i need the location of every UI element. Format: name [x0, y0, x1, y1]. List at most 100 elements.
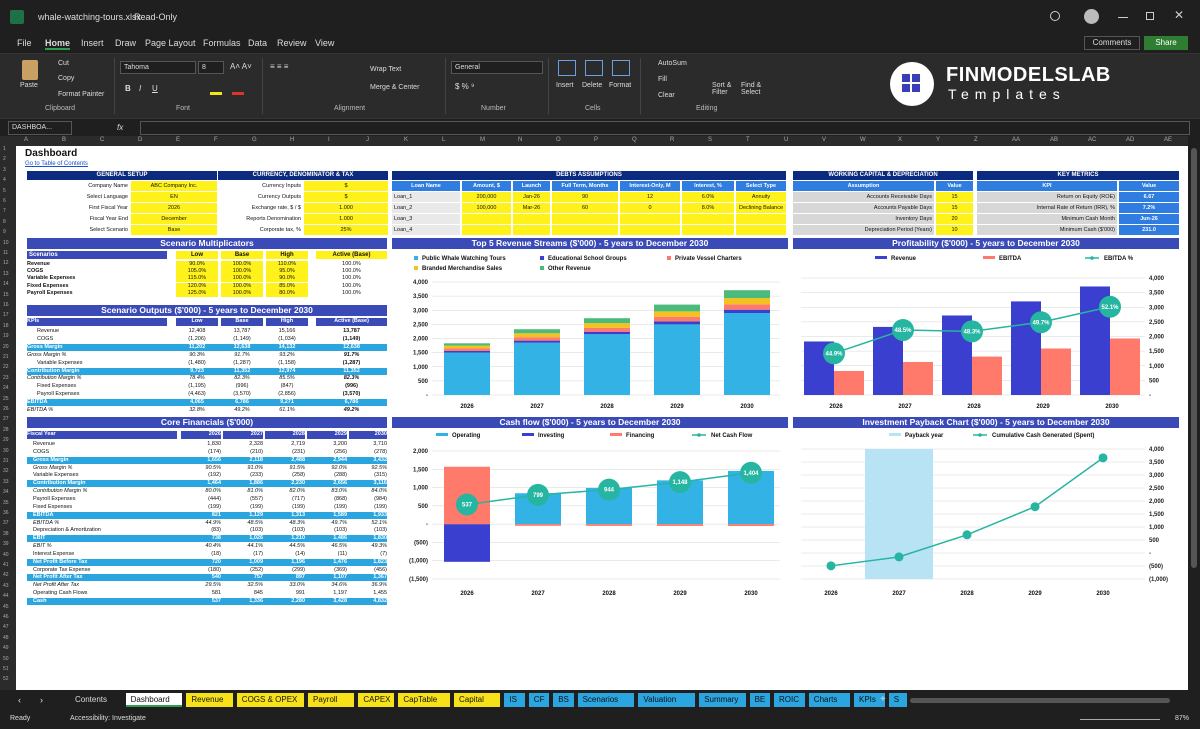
- cut-button[interactable]: Cut: [58, 60, 69, 67]
- row-header[interactable]: 18: [3, 323, 9, 329]
- column-header[interactable]: K: [404, 137, 408, 143]
- row-header[interactable]: 48: [3, 635, 9, 641]
- debt-cell[interactable]: [552, 225, 618, 235]
- paste-icon[interactable]: [22, 60, 38, 80]
- mult-cell[interactable]: 85.0%: [266, 282, 308, 290]
- column-header[interactable]: R: [670, 137, 674, 143]
- sheet-tab[interactable]: Contents: [70, 693, 122, 707]
- column-header[interactable]: AC: [1088, 137, 1096, 143]
- number-format-combo[interactable]: General: [451, 61, 543, 74]
- sheet-tab[interactable]: CAPEX: [358, 693, 395, 707]
- column-header[interactable]: AB: [1050, 137, 1058, 143]
- sort-filter-button[interactable]: Sort & Filter: [712, 82, 740, 96]
- row-header[interactable]: 31: [3, 458, 9, 464]
- row-header[interactable]: 3: [3, 167, 6, 173]
- row-header[interactable]: 49: [3, 645, 9, 651]
- debt-cell[interactable]: Mar-26: [513, 203, 550, 213]
- paste-button[interactable]: Paste: [20, 82, 38, 89]
- menu-data[interactable]: Data: [248, 38, 267, 48]
- currency-value[interactable]: $: [304, 192, 388, 202]
- insert-cells-button[interactable]: Insert: [556, 82, 574, 89]
- column-header[interactable]: E: [176, 137, 180, 143]
- row-header[interactable]: 5: [3, 188, 6, 194]
- share-button[interactable]: Share: [1144, 36, 1188, 50]
- row-header[interactable]: 12: [3, 260, 9, 266]
- clear-button[interactable]: Clear: [658, 92, 675, 99]
- debt-cell[interactable]: 8.0%: [682, 203, 734, 213]
- toc-link[interactable]: Go to Table of Contents: [25, 161, 88, 167]
- column-header[interactable]: U: [784, 137, 788, 143]
- debt-cell[interactable]: 60: [552, 203, 618, 213]
- column-header[interactable]: J: [366, 137, 369, 143]
- column-header[interactable]: X: [898, 137, 902, 143]
- row-header[interactable]: 32: [3, 468, 9, 474]
- mult-cell[interactable]: 100.0%: [221, 275, 263, 283]
- row-header[interactable]: 44: [3, 593, 9, 599]
- mult-cell[interactable]: 110.0%: [266, 261, 308, 268]
- row-header[interactable]: 35: [3, 500, 9, 506]
- menu-review[interactable]: Review: [277, 38, 307, 48]
- column-header[interactable]: N: [518, 137, 522, 143]
- row-header[interactable]: 46: [3, 614, 9, 620]
- formula-input[interactable]: [140, 121, 1190, 135]
- row-header[interactable]: 11: [3, 250, 8, 256]
- column-header[interactable]: Y: [936, 137, 940, 143]
- sheet-tab[interactable]: Capital: [454, 693, 501, 707]
- search-icon[interactable]: [1050, 11, 1060, 21]
- debt-cell[interactable]: [736, 225, 786, 235]
- sheet-tab[interactable]: BS: [553, 693, 574, 707]
- sheet-tab[interactable]: CapTable: [398, 693, 450, 707]
- mult-cell[interactable]: 115.0%: [176, 275, 218, 283]
- menu-insert[interactable]: Insert: [81, 38, 104, 48]
- menu-view[interactable]: View: [315, 38, 334, 48]
- setup-value[interactable]: EN: [131, 192, 217, 202]
- row-header[interactable]: 17: [3, 312, 9, 318]
- column-header[interactable]: V: [822, 137, 826, 143]
- row-header[interactable]: 38: [3, 531, 9, 537]
- row-header[interactable]: 43: [3, 583, 9, 589]
- horizontal-scrollbar[interactable]: [910, 698, 1170, 703]
- wc-value[interactable]: 15: [936, 203, 973, 213]
- fill-button[interactable]: Fill: [658, 76, 667, 83]
- zoom-slider[interactable]: [1080, 719, 1160, 720]
- column-header[interactable]: M: [480, 137, 485, 143]
- menu-file[interactable]: File: [17, 38, 32, 48]
- debt-cell[interactable]: [620, 214, 680, 224]
- row-header[interactable]: 13: [3, 271, 9, 277]
- row-header[interactable]: 25: [3, 396, 9, 402]
- tab-prev-icon[interactable]: ‹: [18, 695, 21, 705]
- row-header[interactable]: 41: [3, 562, 9, 568]
- row-header[interactable]: 2: [3, 156, 6, 162]
- column-header[interactable]: L: [442, 137, 445, 143]
- comments-button[interactable]: Comments: [1084, 36, 1140, 50]
- debt-cell[interactable]: 100,000: [462, 203, 511, 213]
- sheet-tab[interactable]: BE: [749, 693, 770, 707]
- column-header[interactable]: B: [62, 137, 66, 143]
- sheet-tab[interactable]: Valuation: [638, 693, 696, 707]
- minimize-icon[interactable]: [1118, 17, 1128, 18]
- row-header[interactable]: 50: [3, 656, 9, 662]
- debt-cell[interactable]: 12: [620, 192, 680, 202]
- autosum-button[interactable]: AutoSum: [658, 60, 687, 67]
- column-header[interactable]: D: [138, 137, 142, 143]
- sheet-tab[interactable]: S: [888, 693, 907, 707]
- mult-cell[interactable]: 105.0%: [176, 268, 218, 276]
- row-header[interactable]: 39: [3, 541, 9, 547]
- debt-cell[interactable]: 0: [620, 203, 680, 213]
- sheet-tab[interactable]: CF: [528, 693, 550, 707]
- debt-cell[interactable]: [736, 214, 786, 224]
- font-size-combo[interactable]: 8: [198, 61, 224, 74]
- menu-home[interactable]: Home: [45, 38, 71, 50]
- column-header[interactable]: AA: [1012, 137, 1020, 143]
- column-header[interactable]: AE: [1164, 137, 1172, 143]
- column-header[interactable]: F: [214, 137, 218, 143]
- column-header[interactable]: AD: [1126, 137, 1134, 143]
- row-header[interactable]: 22: [3, 364, 9, 370]
- find-select-button[interactable]: Find & Select: [741, 82, 769, 96]
- sheet-tab[interactable]: Revenue: [186, 693, 233, 707]
- row-header[interactable]: 10: [3, 240, 9, 246]
- sheet-tab[interactable]: Dashboard: [125, 693, 183, 707]
- debt-cell[interactable]: 200,000: [462, 192, 511, 202]
- format-cells-button[interactable]: Format: [609, 82, 631, 89]
- debt-cell[interactable]: [682, 225, 734, 235]
